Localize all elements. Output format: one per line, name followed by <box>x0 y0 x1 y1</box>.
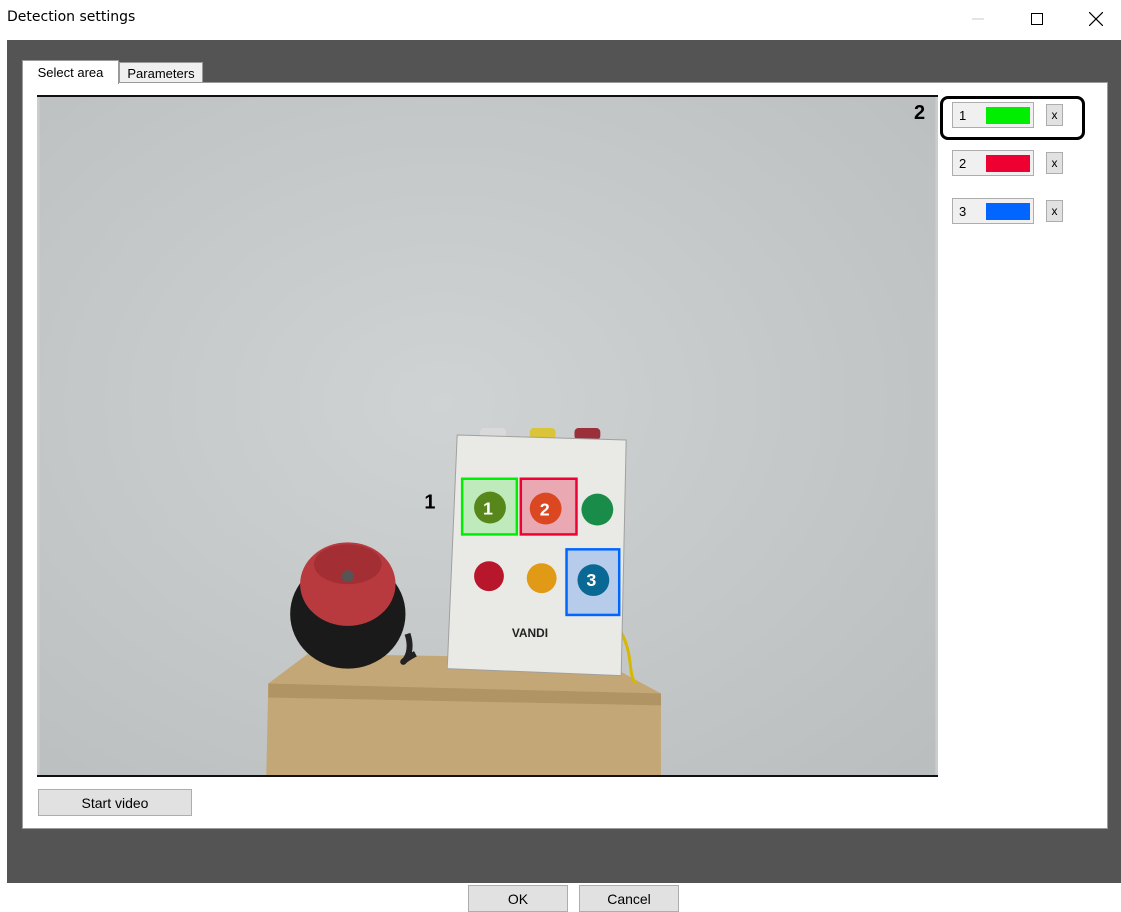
maximize-icon <box>1031 13 1043 25</box>
title-bar: Detection settings <box>0 0 1121 38</box>
zone-3-color-swatch[interactable] <box>986 203 1030 220</box>
tab-select-area[interactable]: Select area <box>22 60 119 84</box>
zone-2-number: 2 <box>959 156 967 171</box>
zone-row-3: 3 x <box>952 198 1068 224</box>
window-title: Detection settings <box>7 9 136 25</box>
callout-2: 2 <box>914 102 926 124</box>
zone-2-label: 2 <box>540 500 550 520</box>
zone-2-field[interactable]: 2 <box>952 150 1034 176</box>
zone-3-field[interactable]: 3 <box>952 198 1034 224</box>
maximize-button[interactable] <box>1017 0 1057 38</box>
start-video-button[interactable]: Start video <box>38 789 192 816</box>
camera-image: VANDI 1 2 3 1 <box>39 97 936 775</box>
close-icon <box>1089 12 1103 26</box>
video-frame[interactable]: VANDI 1 2 3 1 <box>37 95 938 777</box>
zone-2-color-swatch[interactable] <box>986 155 1030 172</box>
zone-row-1: 1 x <box>952 102 1068 128</box>
zone-2-delete-button[interactable]: x <box>1046 152 1063 174</box>
ok-button[interactable]: OK <box>468 885 568 912</box>
zone-1-number: 1 <box>959 108 967 123</box>
minimize-button[interactable] <box>958 0 998 38</box>
callout-1: 1 <box>424 492 435 514</box>
zone-1-delete-button[interactable]: x <box>1046 104 1063 126</box>
zone-1-color-swatch[interactable] <box>986 107 1030 124</box>
zone-3-number: 3 <box>959 204 967 219</box>
zone-1-field[interactable]: 1 <box>952 102 1034 128</box>
cancel-button[interactable]: Cancel <box>579 885 679 912</box>
zone-3-delete-button[interactable]: x <box>1046 200 1063 222</box>
close-button[interactable] <box>1076 0 1116 38</box>
zone-3-label: 3 <box>586 570 596 590</box>
minimize-icon <box>972 18 984 20</box>
brand-label: VANDI <box>512 626 548 640</box>
zone-row-2: 2 x <box>952 150 1068 176</box>
zone-1-label: 1 <box>483 499 493 519</box>
tab-parameters[interactable]: Parameters <box>119 62 203 84</box>
